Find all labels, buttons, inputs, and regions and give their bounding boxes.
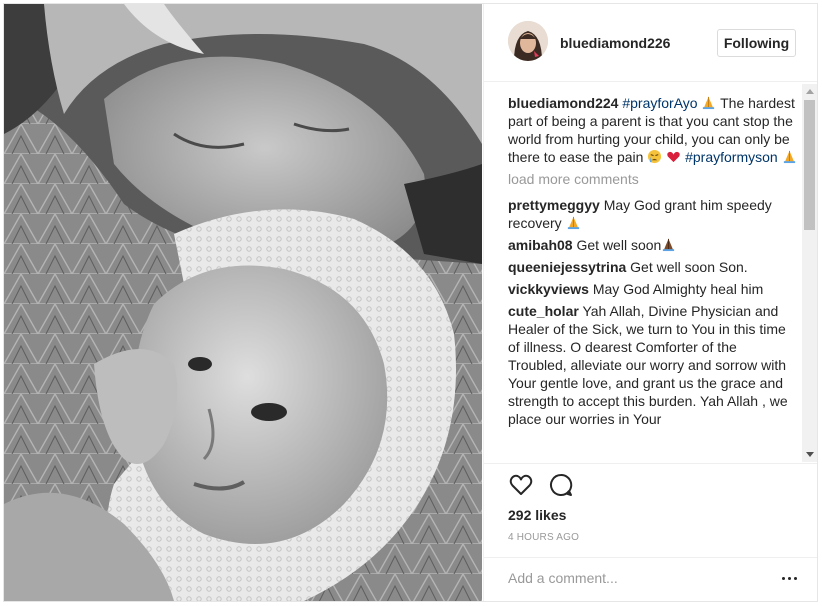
following-button[interactable]: Following — [717, 29, 796, 57]
scroll-up-arrow-icon[interactable] — [806, 89, 814, 94]
comments-scrollbar[interactable] — [802, 84, 817, 462]
caption: bluediamond224 #prayforAyo The hardest p… — [508, 94, 798, 166]
more-options-icon[interactable] — [780, 568, 800, 588]
add-comment-input[interactable] — [508, 567, 748, 589]
praying-hands-icon — [567, 216, 579, 230]
likes-count[interactable]: 292 likes — [508, 507, 566, 523]
red-heart-icon — [667, 151, 680, 163]
post-actions: 292 likes 4 HOURS AGO — [484, 463, 817, 558]
add-comment-bar — [484, 557, 817, 601]
comment-username[interactable]: prettymeggyy — [508, 197, 600, 213]
crying-face-icon — [648, 149, 662, 164]
avatar-image — [508, 21, 548, 61]
post-header: bluediamond226 Following — [484, 4, 817, 82]
comment-username[interactable]: amibah08 — [508, 237, 573, 253]
post-photo[interactable] — [4, 4, 482, 601]
mother-and-baby-photo — [4, 4, 482, 601]
post-timestamp: 4 HOURS AGO — [508, 532, 580, 543]
hashtag-link[interactable]: #prayforAyo — [622, 95, 697, 111]
post-details-panel: bluediamond226 Following bluediamond224 … — [483, 4, 817, 601]
comment: cute_holar Yah Allah, Divine Physician a… — [508, 302, 798, 428]
caption-username[interactable]: bluediamond224 — [508, 95, 618, 111]
post-card: bluediamond226 Following bluediamond224 … — [3, 3, 818, 602]
comment-username[interactable]: cute_holar — [508, 303, 579, 319]
comment-username[interactable]: queeniejessytrina — [508, 259, 626, 275]
heart-outline-icon[interactable] — [508, 472, 534, 498]
load-more-comments-link[interactable]: load more comments — [508, 170, 798, 188]
comment: queeniejessytrina Get well soon Son. — [508, 258, 798, 276]
comment-text: May God Almighty heal him — [592, 281, 764, 297]
comment: prettymeggyy May God grant him speedy re… — [508, 196, 798, 232]
comment: vickkyviews May God Almighty heal him — [508, 280, 798, 298]
comment-bubble-icon[interactable] — [548, 472, 574, 498]
comments-list: bluediamond224 #prayforAyo The hardest p… — [508, 94, 798, 461]
hashtag-link[interactable]: #prayformyson — [685, 149, 778, 165]
praying-hands-icon — [663, 238, 675, 252]
comment-username[interactable]: vickkyviews — [508, 281, 589, 297]
praying-hands-icon — [783, 150, 795, 164]
scroll-down-arrow-icon[interactable] — [806, 452, 814, 457]
praying-hands-icon — [703, 96, 715, 110]
author-username[interactable]: bluediamond226 — [560, 35, 670, 51]
comment-text: Get well soon — [576, 237, 662, 253]
comment: amibah08 Get well soon — [508, 236, 798, 254]
avatar[interactable] — [508, 21, 548, 61]
comment-text: Get well soon Son. — [630, 259, 748, 275]
scrollbar-thumb[interactable] — [804, 100, 815, 230]
comment-text: Yah Allah, Divine Physician and Healer o… — [508, 303, 788, 427]
